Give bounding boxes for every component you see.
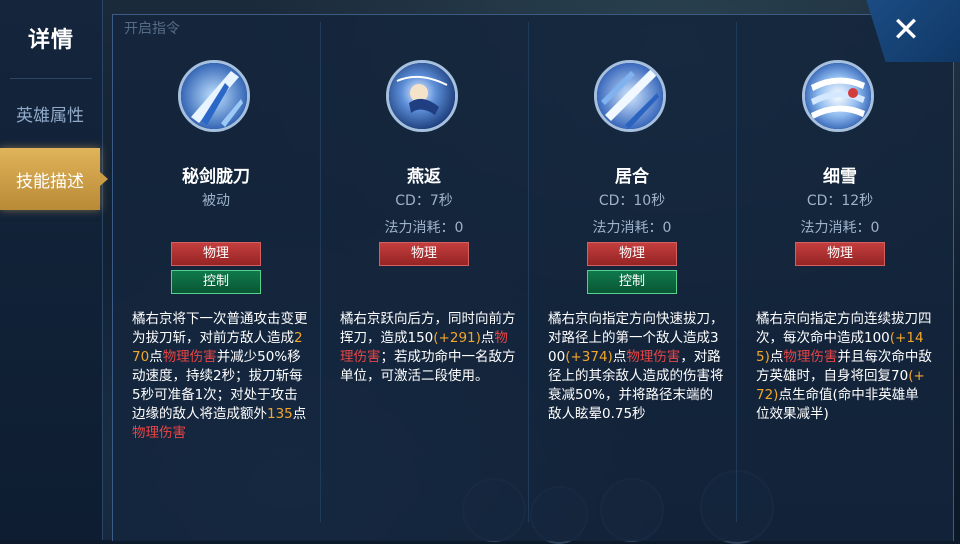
tag-physical: 物理 bbox=[795, 242, 885, 266]
damage-type-text: 物理伤害 bbox=[162, 349, 217, 365]
skill-description: 橘右京向指定方向连续拔刀四次，每次命中造成100(+145)点物理伤害并且每次命… bbox=[756, 310, 932, 424]
skill-card-3: 居合 CD：10秒 法力消耗：0 物理 控制 橘右京向指定方向快速拔刀，对路径上… bbox=[528, 56, 736, 526]
description-text: 橘右京将下一次普通攻击变更为拔刀斩，对前方敌人造成 bbox=[132, 311, 308, 346]
skill-name: 燕返 bbox=[407, 167, 441, 187]
skill-card-4: 细雪 CD：12秒 法力消耗：0 物理 橘右京向指定方向连续拔刀四次，每次命中造… bbox=[736, 56, 944, 526]
skill-card-2: 燕返 CD：7秒 法力消耗：0 物理 橘右京跃向后方，同时向前方挥刀，造成150… bbox=[320, 56, 528, 526]
value-text: (+374) bbox=[565, 349, 613, 365]
tag-control: 控制 bbox=[171, 270, 261, 294]
skill-mana-cost: 法力消耗：0 bbox=[384, 220, 464, 236]
skill-name: 秘剑胧刀 bbox=[182, 167, 250, 187]
details-sidebar: 详情 英雄属性 技能描述 bbox=[0, 0, 108, 540]
damage-type-text: 物理伤害 bbox=[132, 425, 186, 441]
skill-icon-fine-snow[interactable] bbox=[802, 60, 874, 132]
skill-name: 居合 bbox=[615, 167, 649, 187]
description-text: 点 bbox=[769, 349, 784, 365]
skill-icon-blade-slash[interactable] bbox=[178, 60, 250, 132]
sidebar-item-hero-attributes[interactable]: 英雄属性 bbox=[0, 82, 100, 144]
skill-mana-cost: 法力消耗：0 bbox=[800, 220, 880, 236]
damage-type-text: 物理伤害 bbox=[783, 349, 838, 365]
skill-cooldown: CD：7秒 bbox=[395, 193, 453, 209]
skill-name: 细雪 bbox=[823, 167, 857, 187]
description-text: 点 bbox=[149, 349, 163, 365]
sidebar-title: 详情 bbox=[27, 28, 74, 53]
description-text: 点 bbox=[480, 330, 495, 346]
tag-physical: 物理 bbox=[587, 242, 677, 266]
skill-icon-iai-draw[interactable] bbox=[594, 60, 666, 132]
value-text: 135 bbox=[267, 406, 293, 422]
skill-card-1: 秘剑胧刀 被动 物理 控制 橘右京将下一次普通攻击变更为拔刀斩，对前方敌人造成2… bbox=[112, 56, 320, 526]
skill-cooldown: CD：12秒 bbox=[806, 193, 874, 209]
skill-cooldown: CD：10秒 bbox=[598, 193, 666, 209]
sidebar-item-skill-description[interactable]: 技能描述 bbox=[0, 148, 108, 210]
skill-mana-cost: 法力消耗：0 bbox=[592, 220, 672, 236]
skill-type: 被动 bbox=[202, 193, 230, 209]
close-button[interactable]: ✕ bbox=[886, 10, 926, 50]
description-text: 点生命值(命中非英雄单位效果减半) bbox=[756, 387, 919, 422]
skill-icon-swallow-return[interactable] bbox=[386, 60, 458, 132]
tag-physical: 物理 bbox=[379, 242, 469, 266]
tag-control: 控制 bbox=[587, 270, 677, 294]
skill-description: 橘右京向指定方向快速拔刀，对路径上的第一个敌人造成300(+374)点物理伤害，… bbox=[548, 310, 724, 424]
damage-type-text: 物理伤害 bbox=[626, 349, 681, 365]
top-hint-text: 开启指令 bbox=[124, 21, 180, 37]
value-text: (+291) bbox=[433, 330, 481, 346]
description-text: 点 bbox=[612, 349, 627, 365]
tag-physical: 物理 bbox=[171, 242, 261, 266]
description-text: 点 bbox=[292, 406, 307, 422]
skill-description: 橘右京将下一次普通攻击变更为拔刀斩，对前方敌人造成270点物理伤害并减少50%移… bbox=[132, 310, 308, 443]
skill-description: 橘右京跃向后方，同时向前方挥刀，造成150(+291)点物理伤害；若成功命中一名… bbox=[340, 310, 516, 386]
sidebar-divider bbox=[10, 78, 92, 79]
